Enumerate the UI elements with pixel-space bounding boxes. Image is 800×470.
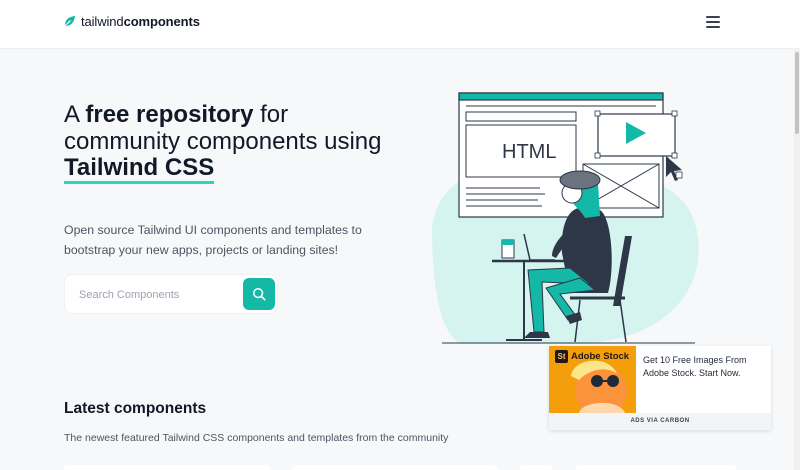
latest-components-subtitle: The newest featured Tailwind CSS compone… bbox=[64, 432, 449, 444]
beret bbox=[559, 170, 601, 190]
component-card[interactable] bbox=[292, 465, 498, 470]
search-bar bbox=[64, 274, 278, 315]
ad-brand-name: Adobe Stock bbox=[571, 351, 630, 362]
hero-title-highlight: Tailwind CSS bbox=[64, 154, 215, 184]
leaf-logo-icon bbox=[64, 15, 76, 27]
html-label: HTML bbox=[502, 141, 556, 163]
hamburger-menu-icon[interactable] bbox=[706, 16, 720, 30]
ad-brand-badge: St Adobe Stock bbox=[555, 350, 629, 363]
carbon-ad[interactable]: St Adobe Stock Get 10 Free Images From A… bbox=[549, 346, 771, 430]
latest-components-heading: Latest components bbox=[64, 400, 207, 417]
site-logo[interactable]: tailwindcomponents bbox=[63, 14, 200, 29]
adobe-stock-icon: St bbox=[555, 350, 568, 363]
search-button[interactable] bbox=[243, 278, 275, 310]
component-card[interactable] bbox=[576, 465, 736, 470]
ads-via-carbon-link[interactable]: ADS VIA CARBON bbox=[549, 413, 771, 430]
search-icon bbox=[252, 287, 266, 301]
top-navbar: tailwindcomponents bbox=[0, 0, 800, 49]
component-card[interactable] bbox=[64, 465, 270, 470]
hero-title-bold: free repository bbox=[85, 101, 254, 128]
logo-text-light: tailwind bbox=[81, 14, 124, 29]
search-input[interactable] bbox=[77, 275, 241, 315]
hero-illustration: HTML bbox=[431, 92, 699, 344]
component-card[interactable] bbox=[520, 465, 552, 470]
hero-subtitle: Open source Tailwind UI components and t… bbox=[64, 223, 362, 257]
logo-text: tailwindcomponents bbox=[81, 14, 200, 29]
hero-title-pre: A bbox=[64, 101, 86, 128]
ad-text-link[interactable]: Get 10 Free Images From Adobe Stock. Sta… bbox=[643, 354, 763, 380]
logo-text-bold: components bbox=[123, 14, 200, 29]
ad-image[interactable]: St Adobe Stock bbox=[549, 346, 636, 413]
scrollbar-thumb[interactable] bbox=[795, 52, 799, 134]
hero-title: A free repository for community componen… bbox=[64, 101, 394, 184]
